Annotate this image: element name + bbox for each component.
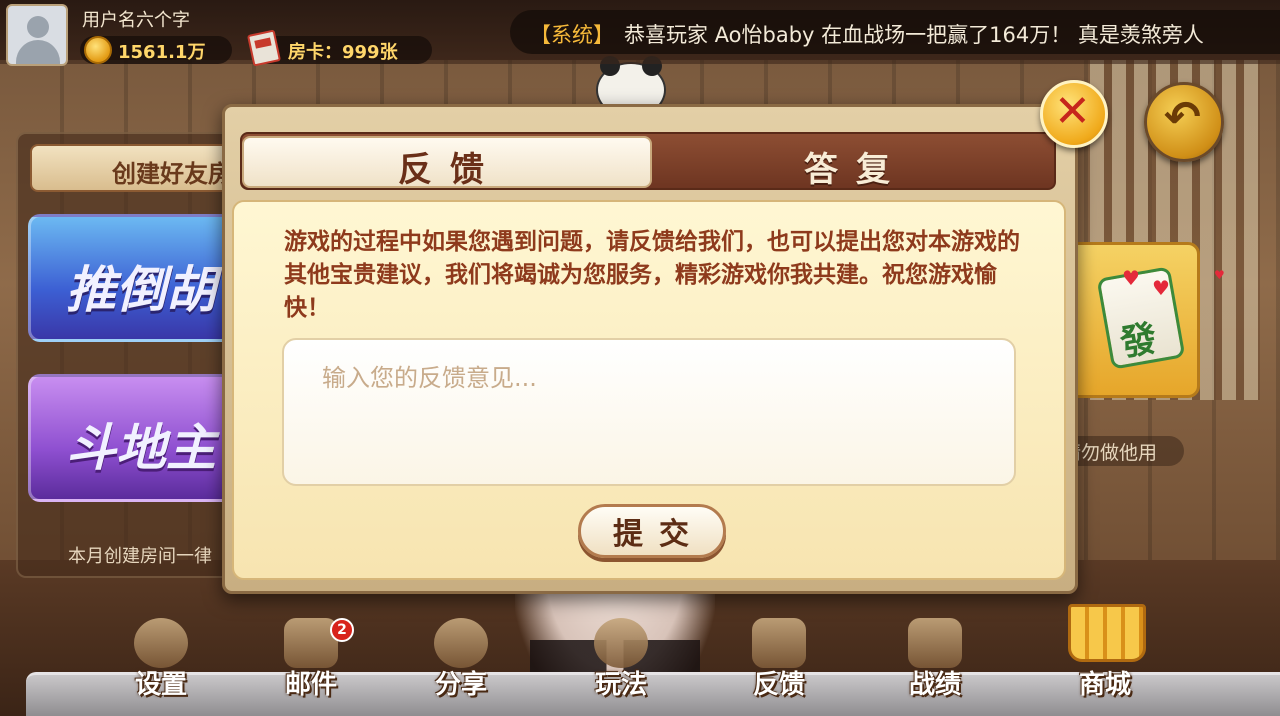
nav-mail-label: 邮件: [284, 670, 337, 700]
nav-rules-label: 玩法: [594, 670, 647, 700]
nav-share[interactable]: 分享: [406, 614, 516, 714]
mode-label-tuidaohu: 推倒胡: [66, 261, 216, 319]
heart-icon: ♥: [1214, 268, 1225, 282]
system-marquee: 【系统】 恭喜玩家 Ao怡baby 在血战场一把赢了164万！ 真是羡煞旁人: [510, 10, 1280, 54]
back-arrow-icon: ↶: [1164, 92, 1201, 143]
gear-icon: [134, 618, 188, 668]
heart-icon: ♥: [1152, 276, 1170, 300]
question-icon: [594, 618, 648, 668]
username: 用户名六个字: [82, 10, 190, 30]
nav-shop[interactable]: 商城: [1050, 604, 1160, 714]
nav-settings-label: 设置: [134, 670, 187, 700]
left-panel-note: 本月创建房间一律: [68, 546, 212, 567]
avatar[interactable]: [6, 4, 68, 66]
nav-records[interactable]: 战绩: [880, 614, 990, 714]
gold-value: 1561.1万: [118, 42, 206, 63]
heart-icon: ♥: [1122, 266, 1140, 290]
close-icon: ✕: [1054, 86, 1091, 137]
create-friend-room-label: 创建好友房: [112, 160, 232, 188]
nav-rules[interactable]: 玩法: [566, 614, 676, 714]
avatar-body-icon: [16, 40, 60, 64]
nav-records-label: 战绩: [908, 670, 961, 700]
nav-feedback[interactable]: 反馈: [724, 614, 834, 714]
nav-shop-label: 商城: [1078, 670, 1131, 700]
nav-mail[interactable]: 2 邮件: [256, 614, 366, 714]
coin-icon: [84, 36, 112, 64]
marquee-tag: 【系统】: [530, 23, 614, 47]
cart-icon: [1068, 604, 1146, 662]
clipboard-icon: [752, 618, 806, 668]
mail-badge: 2: [330, 618, 354, 642]
room-card-value: 房卡：999张: [288, 42, 398, 63]
tab-feedback-label: 反馈: [398, 150, 502, 190]
chat-bubble-icon: [434, 618, 488, 668]
nav-feedback-label: 反馈: [752, 670, 805, 700]
avatar-head-icon: [27, 16, 49, 38]
nav-settings[interactable]: 设置: [106, 614, 216, 714]
create-room-panel: [16, 132, 236, 578]
mode-label-doudizhu: 斗地主: [66, 419, 216, 477]
nav-share-label: 分享: [434, 670, 487, 700]
feedback-intro-text: 游戏的过程中如果您遇到问题，请反馈给我们，也可以提出您对本游戏的其他宝贵建议，我…: [284, 229, 1020, 321]
tab-reply-label: 答复: [804, 150, 908, 190]
submit-button[interactable]: 提交: [578, 504, 726, 558]
trophy-icon: [908, 618, 962, 668]
marquee-text: 恭喜玩家 Ao怡baby 在血战场一把赢了164万！ 真是羡煞旁人: [624, 23, 1204, 47]
feedback-input[interactable]: [282, 338, 1016, 486]
